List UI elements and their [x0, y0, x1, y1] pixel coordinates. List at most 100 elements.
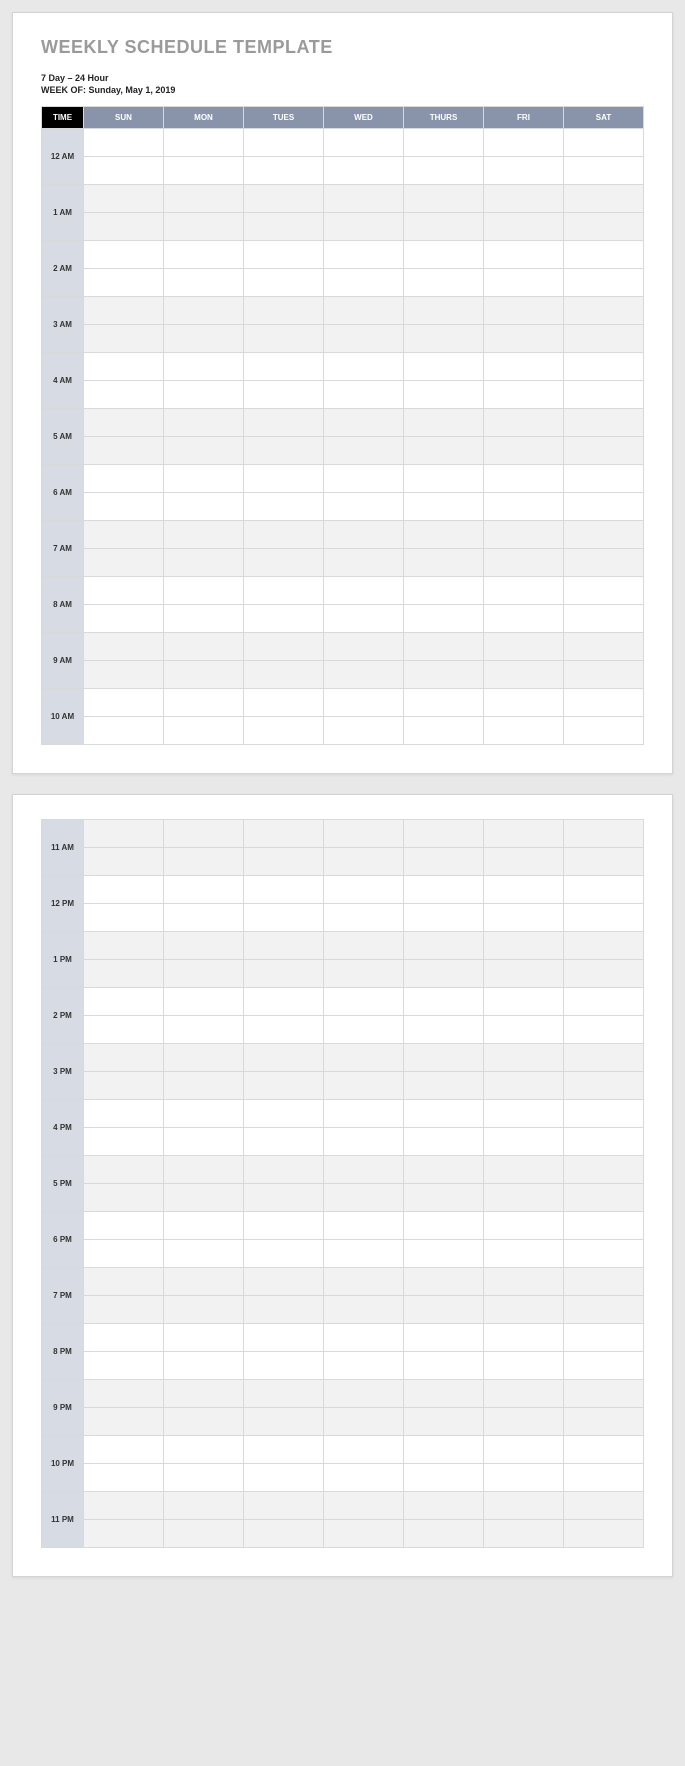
schedule-cell[interactable] — [484, 1380, 564, 1408]
schedule-cell[interactable] — [244, 960, 324, 988]
schedule-cell[interactable] — [84, 1436, 164, 1464]
schedule-cell[interactable] — [84, 353, 164, 381]
schedule-cell[interactable] — [484, 269, 564, 297]
schedule-cell[interactable] — [484, 577, 564, 605]
schedule-cell[interactable] — [564, 1380, 644, 1408]
schedule-cell[interactable] — [84, 157, 164, 185]
schedule-cell[interactable] — [564, 381, 644, 409]
schedule-cell[interactable] — [164, 353, 244, 381]
schedule-cell[interactable] — [324, 381, 404, 409]
schedule-cell[interactable] — [404, 1156, 484, 1184]
schedule-cell[interactable] — [164, 1296, 244, 1324]
schedule-cell[interactable] — [564, 1044, 644, 1072]
schedule-cell[interactable] — [484, 213, 564, 241]
schedule-cell[interactable] — [484, 661, 564, 689]
schedule-cell[interactable] — [244, 381, 324, 409]
schedule-cell[interactable] — [164, 1044, 244, 1072]
schedule-cell[interactable] — [404, 633, 484, 661]
schedule-cell[interactable] — [164, 157, 244, 185]
schedule-cell[interactable] — [84, 605, 164, 633]
schedule-cell[interactable] — [244, 157, 324, 185]
schedule-cell[interactable] — [84, 848, 164, 876]
schedule-cell[interactable] — [484, 960, 564, 988]
schedule-cell[interactable] — [84, 1184, 164, 1212]
schedule-cell[interactable] — [324, 1240, 404, 1268]
schedule-cell[interactable] — [244, 577, 324, 605]
schedule-cell[interactable] — [564, 1184, 644, 1212]
schedule-cell[interactable] — [324, 493, 404, 521]
schedule-cell[interactable] — [484, 297, 564, 325]
schedule-cell[interactable] — [84, 1100, 164, 1128]
schedule-cell[interactable] — [244, 269, 324, 297]
schedule-cell[interactable] — [164, 493, 244, 521]
schedule-cell[interactable] — [244, 1240, 324, 1268]
schedule-cell[interactable] — [244, 1380, 324, 1408]
schedule-cell[interactable] — [244, 932, 324, 960]
schedule-cell[interactable] — [484, 1296, 564, 1324]
schedule-cell[interactable] — [84, 689, 164, 717]
schedule-cell[interactable] — [484, 988, 564, 1016]
schedule-cell[interactable] — [484, 1044, 564, 1072]
schedule-cell[interactable] — [164, 1016, 244, 1044]
schedule-cell[interactable] — [484, 157, 564, 185]
schedule-cell[interactable] — [244, 1044, 324, 1072]
schedule-cell[interactable] — [324, 988, 404, 1016]
schedule-cell[interactable] — [244, 876, 324, 904]
schedule-cell[interactable] — [244, 1464, 324, 1492]
schedule-cell[interactable] — [324, 241, 404, 269]
schedule-cell[interactable] — [404, 1380, 484, 1408]
schedule-cell[interactable] — [404, 1324, 484, 1352]
schedule-cell[interactable] — [324, 1156, 404, 1184]
schedule-cell[interactable] — [324, 409, 404, 437]
schedule-cell[interactable] — [164, 241, 244, 269]
schedule-cell[interactable] — [564, 633, 644, 661]
schedule-cell[interactable] — [484, 1240, 564, 1268]
schedule-cell[interactable] — [84, 577, 164, 605]
schedule-cell[interactable] — [484, 876, 564, 904]
schedule-cell[interactable] — [564, 988, 644, 1016]
schedule-cell[interactable] — [244, 633, 324, 661]
schedule-cell[interactable] — [244, 717, 324, 745]
schedule-cell[interactable] — [484, 1520, 564, 1548]
schedule-cell[interactable] — [84, 661, 164, 689]
schedule-cell[interactable] — [564, 1240, 644, 1268]
schedule-cell[interactable] — [484, 353, 564, 381]
schedule-cell[interactable] — [84, 1296, 164, 1324]
schedule-cell[interactable] — [244, 1184, 324, 1212]
schedule-cell[interactable] — [164, 1212, 244, 1240]
schedule-cell[interactable] — [564, 353, 644, 381]
schedule-cell[interactable] — [564, 129, 644, 157]
schedule-cell[interactable] — [324, 717, 404, 745]
schedule-cell[interactable] — [324, 1212, 404, 1240]
schedule-cell[interactable] — [484, 1436, 564, 1464]
schedule-cell[interactable] — [324, 129, 404, 157]
schedule-cell[interactable] — [564, 185, 644, 213]
schedule-cell[interactable] — [164, 409, 244, 437]
schedule-cell[interactable] — [564, 1296, 644, 1324]
schedule-cell[interactable] — [484, 932, 564, 960]
schedule-cell[interactable] — [404, 549, 484, 577]
schedule-cell[interactable] — [564, 904, 644, 932]
schedule-cell[interactable] — [244, 1352, 324, 1380]
schedule-cell[interactable] — [164, 129, 244, 157]
schedule-cell[interactable] — [484, 820, 564, 848]
schedule-cell[interactable] — [164, 1352, 244, 1380]
schedule-cell[interactable] — [84, 437, 164, 465]
schedule-cell[interactable] — [484, 1464, 564, 1492]
schedule-cell[interactable] — [564, 1324, 644, 1352]
schedule-cell[interactable] — [404, 1184, 484, 1212]
schedule-cell[interactable] — [404, 577, 484, 605]
schedule-cell[interactable] — [484, 689, 564, 717]
schedule-cell[interactable] — [164, 269, 244, 297]
schedule-cell[interactable] — [84, 960, 164, 988]
schedule-cell[interactable] — [404, 1016, 484, 1044]
schedule-cell[interactable] — [564, 493, 644, 521]
schedule-cell[interactable] — [324, 437, 404, 465]
schedule-cell[interactable] — [564, 1352, 644, 1380]
schedule-cell[interactable] — [84, 381, 164, 409]
schedule-cell[interactable] — [564, 157, 644, 185]
schedule-cell[interactable] — [324, 820, 404, 848]
schedule-cell[interactable] — [84, 493, 164, 521]
schedule-cell[interactable] — [324, 904, 404, 932]
schedule-cell[interactable] — [484, 465, 564, 493]
